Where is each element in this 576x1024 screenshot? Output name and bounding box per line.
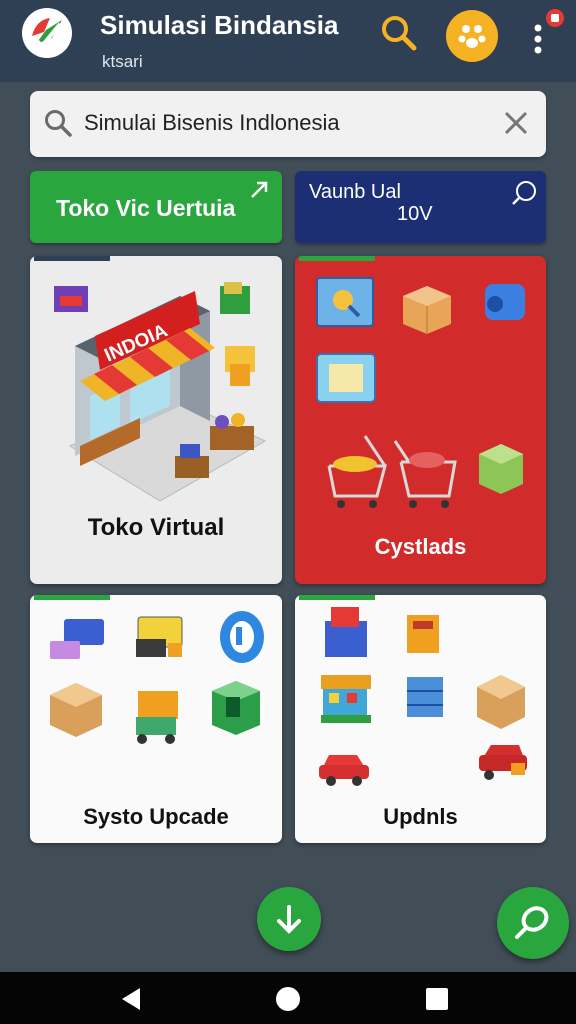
app-bar: Simulasi Bindansia ktsari: [0, 0, 576, 82]
virtual-value-button[interactable]: Vaunb Ual 10V: [295, 171, 546, 243]
more-menu-button[interactable]: [524, 8, 570, 58]
card-systo-upcade[interactable]: Systo Upcade: [30, 595, 282, 843]
card-updnls[interactable]: Updnls: [295, 595, 546, 843]
more-vert-icon: [534, 9, 564, 54]
paw-icon: [458, 25, 486, 48]
download-button[interactable]: [257, 887, 321, 951]
arrow-down-icon: [277, 905, 301, 934]
search-leaf-icon: [512, 181, 536, 205]
virtual-store-label: Toko Vic Uertuia: [56, 195, 236, 221]
arrow-up-right-icon: [251, 181, 268, 198]
app-subtitle: ktsari: [102, 52, 143, 71]
leaf-search-icon: [515, 906, 549, 939]
card-toko-virtual[interactable]: INDOIA Toko Virtual: [30, 256, 282, 584]
app-title: Simulasi Bindansia: [100, 10, 339, 40]
virtual-value-amount: 10V: [397, 203, 433, 225]
card-label: Updnls: [383, 804, 458, 829]
virtual-store-button[interactable]: Toko Vic Uertuia: [30, 171, 282, 243]
search-bar[interactable]: Simulai Bisenis Indlonesia: [30, 91, 546, 157]
card-label: Systo Upcade: [83, 804, 229, 829]
search-icon: [45, 110, 72, 137]
rewards-button[interactable]: [446, 10, 498, 62]
explore-button[interactable]: [497, 887, 569, 959]
close-icon[interactable]: [500, 107, 532, 139]
card-label: Toko Virtual: [87, 514, 225, 541]
system-nav-bar: [0, 972, 576, 1024]
app-logo-icon: [22, 8, 72, 58]
search-icon[interactable]: [378, 12, 420, 54]
card-label: Cystlads: [374, 534, 467, 559]
search-input[interactable]: Simulai Bisenis Indlonesia: [84, 110, 340, 136]
recents-icon[interactable]: [424, 986, 450, 1012]
back-icon[interactable]: [118, 986, 144, 1012]
home-icon[interactable]: [275, 986, 301, 1012]
virtual-value-label: Vaunb Ual: [309, 181, 401, 203]
card-cystlads[interactable]: Cystlads: [295, 256, 546, 584]
